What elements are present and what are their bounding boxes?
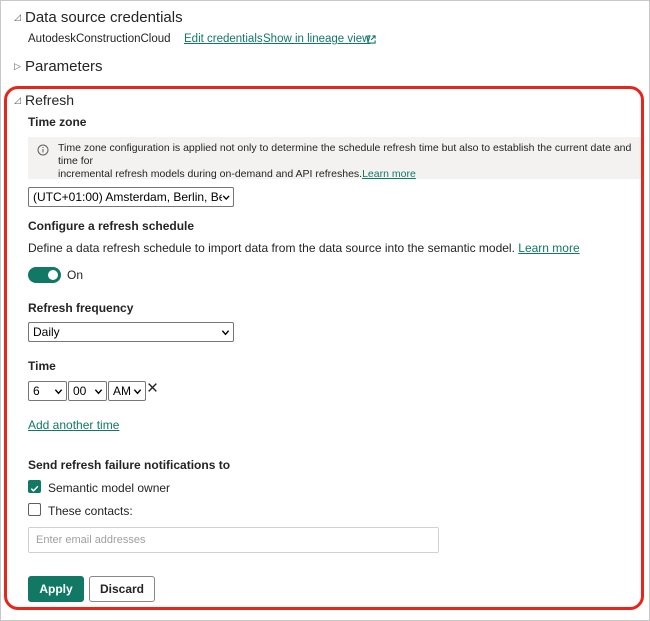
email-addresses-input[interactable] [28, 527, 439, 553]
schedule-toggle[interactable] [28, 267, 61, 283]
time-zone-learn-more-link[interactable]: Learn more [362, 168, 416, 180]
info-text-line2-text: incremental refresh models during on-dem… [58, 168, 363, 180]
chevron-down-icon [222, 194, 230, 200]
refresh-section-header[interactable]: ◿ Refresh [14, 92, 74, 108]
chevron-down-icon [54, 388, 63, 394]
discard-button[interactable]: Discard [89, 576, 155, 602]
frequency-value: Daily [33, 325, 60, 339]
refresh-title: Refresh [25, 92, 75, 108]
frequency-select[interactable]: Daily [28, 322, 234, 342]
checkmark-icon [30, 485, 39, 492]
time-zone-label: Time zone [28, 115, 87, 129]
owner-checkbox[interactable] [28, 480, 41, 493]
expand-triangle-icon: ▷ [14, 61, 21, 71]
contacts-checkbox[interactable] [28, 503, 41, 516]
minute-select[interactable]: 00 [68, 381, 107, 401]
hour-select[interactable]: 6 [28, 381, 67, 401]
external-link-icon[interactable] [367, 35, 376, 44]
chevron-down-icon [133, 388, 142, 394]
chevron-down-icon [94, 388, 103, 394]
credentials-title: Data source credentials [25, 9, 183, 26]
time-zone-info-box: Time zone configuration is applied not o… [28, 137, 644, 181]
time-zone-value: (UTC+01:00) Amsterdam, Berlin, Bern [33, 190, 222, 204]
hour-value: 6 [33, 384, 40, 398]
add-another-time-link[interactable]: Add another time [28, 418, 119, 432]
time-zone-select[interactable]: (UTC+01:00) Amsterdam, Berlin, Bern [28, 187, 234, 207]
contacts-checkbox-label: These contacts: [48, 504, 133, 518]
owner-checkbox-label: Semantic model owner [48, 481, 171, 495]
info-text-line1: Time zone configuration is applied not o… [58, 142, 632, 167]
info-text-line2: incremental refresh models during on-dem… [58, 168, 644, 181]
minute-value: 00 [73, 384, 87, 398]
toggle-knob [48, 270, 58, 280]
parameters-title: Parameters [25, 58, 103, 75]
ampm-value: AM [113, 384, 131, 398]
chevron-down-icon [221, 329, 230, 335]
credentials-source-name: AutodeskConstructionCloud [28, 33, 171, 45]
schedule-learn-more-link[interactable]: Learn more [518, 241, 579, 255]
apply-button[interactable]: Apply [28, 576, 84, 602]
credentials-section-header[interactable]: ◿ Data source credentials [14, 9, 183, 26]
schedule-description: Define a data refresh schedule to import… [28, 241, 515, 255]
show-lineage-link[interactable]: Show in lineage view [263, 33, 370, 45]
parameters-section-header[interactable]: ▷ Parameters [14, 58, 103, 75]
schedule-label: Configure a refresh schedule [28, 219, 195, 233]
collapse-triangle-icon: ◿ [14, 94, 21, 105]
toggle-label: On [67, 268, 84, 282]
ampm-select[interactable]: AM [108, 381, 146, 401]
remove-time-close-icon[interactable] [147, 382, 158, 393]
info-icon [37, 144, 49, 156]
edit-credentials-link[interactable]: Edit credentials [184, 33, 263, 45]
time-label: Time [28, 359, 56, 373]
schedule-description-row: Define a data refresh schedule to import… [28, 241, 580, 255]
collapse-triangle-icon: ◿ [14, 12, 21, 22]
notifications-label: Send refresh failure notifications to [28, 458, 231, 472]
frequency-label: Refresh frequency [28, 301, 134, 315]
